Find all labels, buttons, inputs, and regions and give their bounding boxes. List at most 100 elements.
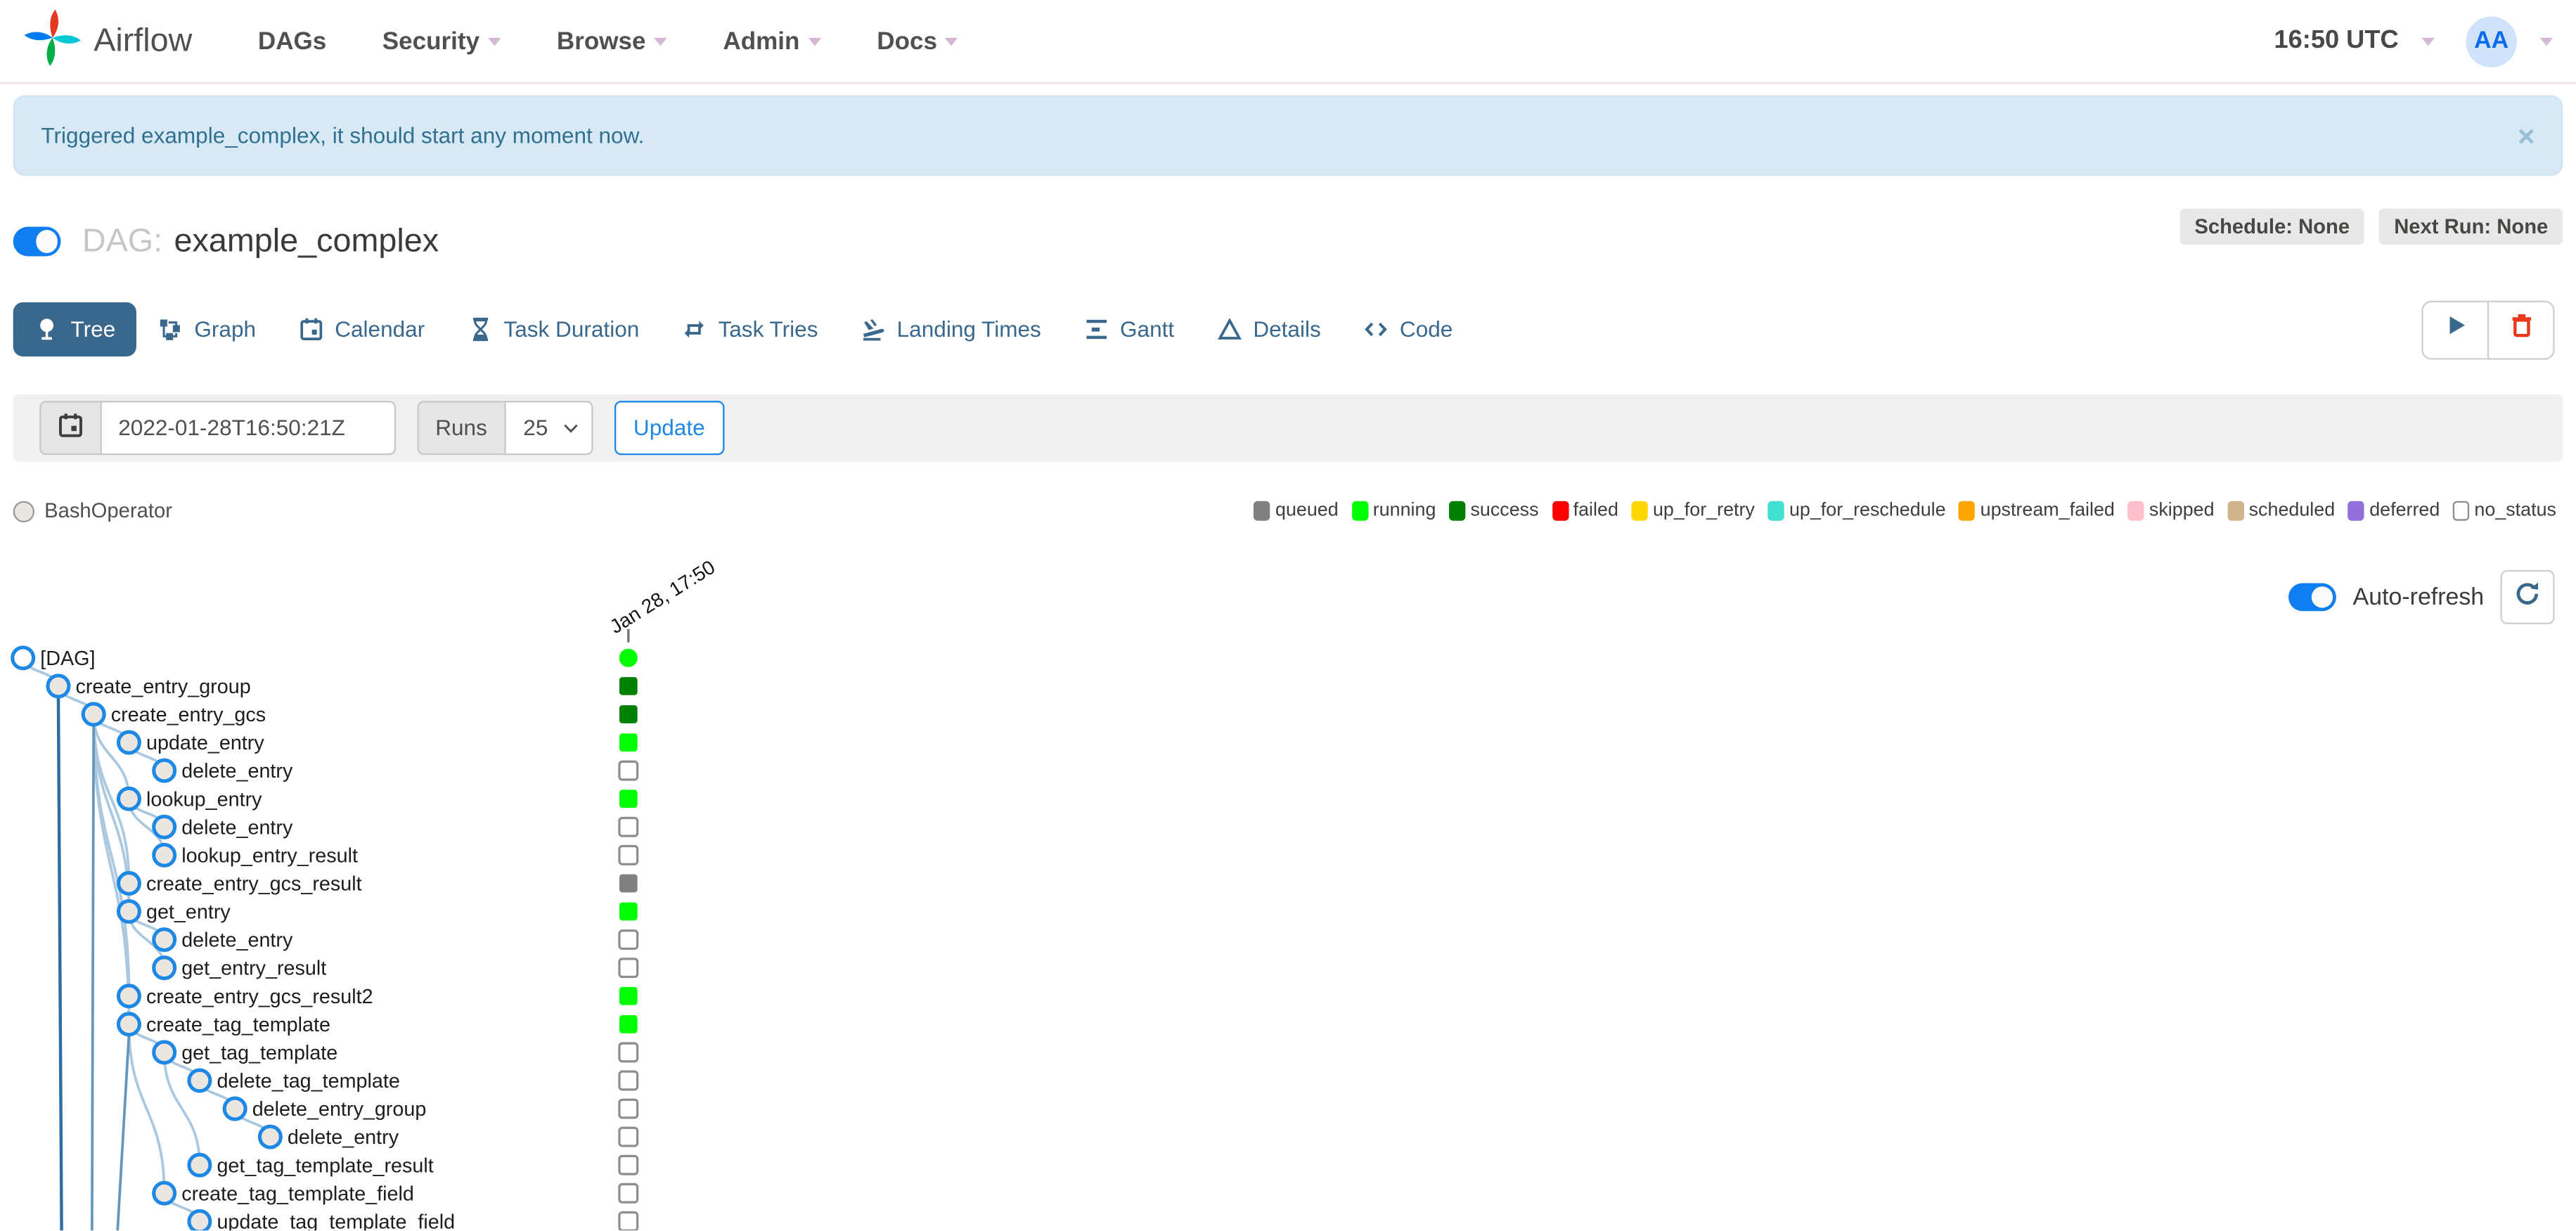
delete-dag-button[interactable] (2487, 299, 2555, 359)
task-node-circle[interactable] (152, 1180, 177, 1206)
task-status-square[interactable] (619, 677, 638, 695)
task-node-circle[interactable] (152, 842, 177, 868)
task-node-circle[interactable] (116, 786, 141, 811)
chevron-down-icon[interactable] (2539, 37, 2554, 46)
status-swatch (2348, 501, 2365, 522)
task-label[interactable]: get_entry (146, 901, 231, 924)
task-label[interactable]: delete_entry_group (252, 1098, 427, 1121)
task-label[interactable]: get_tag_template_result (217, 1154, 433, 1177)
task-node-circle[interactable] (187, 1068, 212, 1093)
task-status-square[interactable] (618, 958, 639, 979)
trigger-dag-button[interactable] (2421, 299, 2487, 359)
runs-select[interactable]: 25 (503, 401, 593, 456)
task-label[interactable]: create_entry_gcs_result2 (146, 986, 373, 1008)
task-node-circle[interactable] (116, 899, 141, 924)
task-status-square[interactable] (618, 1126, 639, 1147)
nav-right: 16:50 UTC AA (2274, 15, 2554, 67)
task-label[interactable]: lookup_entry (146, 788, 262, 811)
task-node-circle[interactable] (257, 1124, 283, 1149)
nav-item-docs[interactable]: Docs (877, 27, 959, 55)
task-label[interactable]: delete_entry (181, 760, 293, 782)
close-icon[interactable]: × (2518, 121, 2535, 150)
task-label[interactable]: create_tag_template (146, 1014, 330, 1036)
tab-tree[interactable]: Tree (13, 302, 137, 357)
chevron-down-icon[interactable] (2421, 37, 2435, 46)
auto-refresh-toggle[interactable] (2288, 582, 2337, 612)
tab-task-tries[interactable]: Task Tries (661, 302, 839, 356)
task-node-circle[interactable] (116, 870, 141, 896)
task-status-square[interactable] (618, 760, 639, 781)
task-node-circle[interactable] (152, 758, 177, 783)
task-label[interactable]: create_entry_gcs_result (146, 873, 362, 896)
task-label[interactable]: get_entry_result (181, 958, 326, 980)
avatar[interactable]: AA (2466, 15, 2517, 67)
task-status-square[interactable] (618, 1098, 639, 1119)
tab-details[interactable]: Details (1196, 302, 1343, 356)
task-status-square[interactable] (618, 1154, 639, 1175)
task-node-circle[interactable] (81, 702, 106, 727)
task-node-circle[interactable] (46, 673, 71, 699)
task-label[interactable]: delete_entry (288, 1126, 399, 1149)
task-node-circle[interactable] (187, 1209, 212, 1231)
tab-graph[interactable]: Graph (137, 302, 278, 356)
task-label[interactable]: get_tag_template (181, 1042, 337, 1064)
tab-code[interactable]: Code (1342, 302, 1474, 356)
calendar-icon (299, 317, 323, 342)
task-node-circle[interactable] (152, 814, 177, 839)
task-label[interactable]: delete_tag_template (217, 1070, 399, 1093)
nav-item-dags[interactable]: DAGs (258, 27, 326, 56)
tab-calendar[interactable]: Calendar (277, 302, 446, 356)
task-label[interactable]: delete_entry (181, 816, 293, 839)
task-label[interactable]: lookup_entry_result (181, 844, 358, 867)
airflow-brand[interactable]: Airflow (23, 8, 192, 75)
task-status-square[interactable] (619, 789, 638, 808)
dag-run-status-circle[interactable] (619, 648, 638, 667)
task-status-square[interactable] (618, 1211, 639, 1231)
task-status-square[interactable] (619, 733, 638, 752)
task-node-circle[interactable] (11, 645, 36, 671)
update-button[interactable]: Update (613, 401, 725, 456)
task-node-circle[interactable] (116, 1012, 141, 1037)
tab-task-duration[interactable]: Task Duration (446, 302, 661, 356)
task-node-circle[interactable] (152, 1040, 177, 1065)
task-status-square[interactable] (618, 1182, 639, 1204)
task-node-circle[interactable] (152, 927, 177, 953)
status-swatch (2127, 501, 2144, 522)
status-swatch (2227, 501, 2244, 522)
nav-item-security[interactable]: Security (382, 27, 501, 55)
task-label[interactable]: delete_entry (181, 929, 293, 952)
task-node-circle[interactable] (116, 984, 141, 1009)
task-status-square[interactable] (618, 844, 639, 865)
clock[interactable]: 16:50 UTC (2274, 26, 2398, 56)
base-date-input[interactable] (100, 401, 397, 456)
task-node-circle[interactable] (222, 1096, 247, 1121)
nav-item-admin[interactable]: Admin (723, 27, 821, 55)
task-status-square[interactable] (618, 816, 639, 837)
task-status-square[interactable] (618, 1042, 639, 1063)
legend-status-deferred: deferred (2348, 501, 2440, 522)
task-label[interactable]: update_tag_template_field (217, 1211, 455, 1231)
refresh-button[interactable] (2500, 569, 2555, 624)
task-node-circle[interactable] (116, 730, 141, 755)
dag-pause-toggle[interactable] (13, 227, 61, 256)
alert-banner: Triggered example_complex, it should sta… (13, 95, 2563, 176)
task-status-square[interactable] (619, 874, 638, 893)
task-label[interactable]: update_entry (146, 732, 264, 754)
task-status-square[interactable] (619, 1014, 638, 1033)
task-node-circle[interactable] (152, 955, 177, 981)
task-node-circle[interactable] (187, 1152, 212, 1178)
task-status-square[interactable] (619, 705, 638, 723)
task-label[interactable]: create_entry_gcs (111, 704, 266, 726)
legend-status-running: running (1351, 501, 1436, 522)
tab-gantt[interactable]: Gantt (1062, 302, 1195, 356)
task-label[interactable]: create_entry_group (75, 676, 250, 698)
task-status-square[interactable] (618, 929, 639, 950)
task-status-square[interactable] (619, 986, 638, 1005)
nav-item-browse[interactable]: Browse (557, 27, 667, 55)
tab-landing-times[interactable]: Landing Times (839, 302, 1062, 356)
task-status-square[interactable] (618, 1070, 639, 1091)
task-label[interactable]: [DAG] (40, 647, 95, 670)
dag-run-date-label[interactable]: Jan 28, 17:50 (606, 556, 719, 638)
task-label[interactable]: create_tag_template_field (181, 1182, 414, 1205)
task-status-square[interactable] (619, 902, 638, 921)
